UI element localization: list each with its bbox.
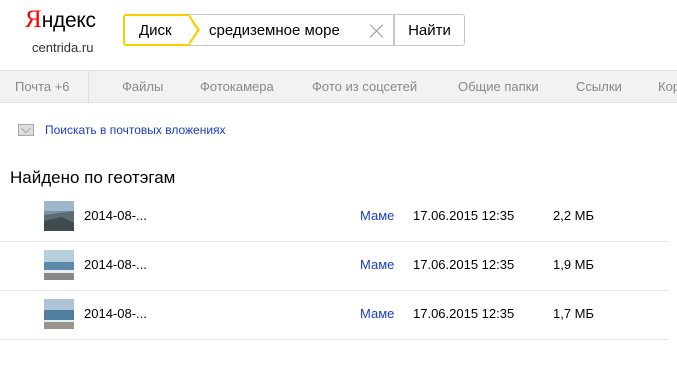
nav-item-cut[interactable]: Кор xyxy=(658,71,677,103)
envelope-icon xyxy=(18,124,34,136)
nav-item-social-photos[interactable]: Фото из соцсетей xyxy=(312,71,417,103)
result-row[interactable]: 2014-08-... Маме 17.06.2015 12:35 1,7 МБ xyxy=(0,291,669,340)
service-tab-label: Диск xyxy=(139,21,172,39)
nav-item-camera[interactable]: Фотокамера xyxy=(200,71,274,103)
file-date: 17.06.2015 12:35 xyxy=(413,257,515,272)
section-title: Найдено по геотэгам xyxy=(10,168,176,187)
file-name[interactable]: 2014-08-... xyxy=(84,306,147,321)
result-row[interactable]: 2014-08-... Маме 17.06.2015 12:35 1,9 МБ xyxy=(0,242,669,291)
search-button[interactable]: Найти xyxy=(394,14,465,46)
service-tab-disk[interactable]: Диск xyxy=(123,14,200,46)
photo-thumbnail xyxy=(44,250,74,280)
mail-attachments-link[interactable]: Поискать в почтовых вложениях xyxy=(45,123,226,137)
file-date: 17.06.2015 12:35 xyxy=(413,306,515,321)
yandex-logo[interactable]: Яндекс centrida.ru xyxy=(25,6,96,56)
service-nav: Почта +6 Файлы Фотокамера Фото из соцсет… xyxy=(0,70,677,103)
nav-item-shared-folders[interactable]: Общие папки xyxy=(458,71,539,103)
file-size: 1,7 МБ xyxy=(553,306,595,321)
nav-item-mail[interactable]: Почта +6 xyxy=(15,71,70,103)
folder-link[interactable]: Маме xyxy=(360,306,394,321)
logo-letter: Я xyxy=(25,6,42,33)
file-size: 2,2 МБ xyxy=(553,208,595,223)
nav-item-files[interactable]: Файлы xyxy=(122,71,163,103)
nav-item-links[interactable]: Ссылки xyxy=(576,71,622,103)
search-bar: Диск средиземное море Найти xyxy=(123,14,465,46)
search-input-value: средиземное море xyxy=(209,21,340,39)
file-date: 17.06.2015 12:35 xyxy=(413,208,515,223)
folder-link[interactable]: Маме xyxy=(360,257,394,272)
folder-link[interactable]: Маме xyxy=(360,208,394,223)
file-name[interactable]: 2014-08-... xyxy=(84,208,147,223)
logo-text: ндекс xyxy=(41,9,96,32)
photo-thumbnail xyxy=(44,201,74,231)
mail-attachments-search[interactable]: Поискать в почтовых вложениях xyxy=(18,123,226,137)
file-size: 1,9 МБ xyxy=(553,257,595,272)
photo-thumbnail xyxy=(44,299,74,329)
domain-label: centrida.ru xyxy=(32,40,94,55)
result-row[interactable]: 2014-08-... Маме 17.06.2015 12:35 2,2 МБ xyxy=(0,193,669,242)
nav-separator xyxy=(88,71,89,103)
file-name[interactable]: 2014-08-... xyxy=(84,257,147,272)
clear-icon[interactable] xyxy=(369,23,385,39)
search-input[interactable]: средиземное море xyxy=(189,14,394,46)
